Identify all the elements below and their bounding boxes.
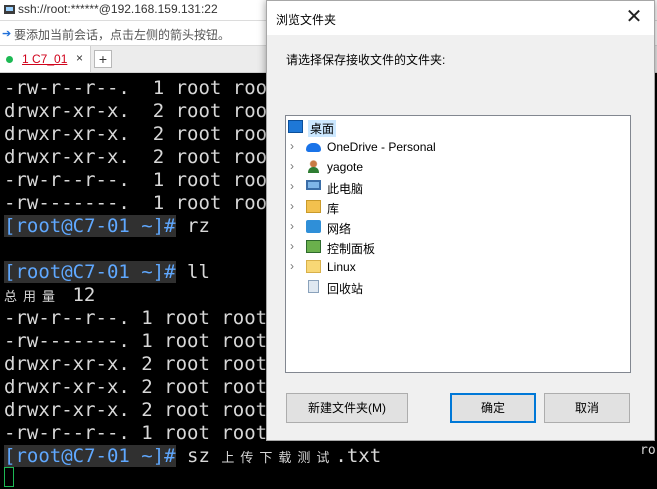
dialog-prompt: 请选择保存接收文件的文件夹: bbox=[286, 53, 446, 67]
tab-session[interactable]: 1 C7_01 × bbox=[0, 46, 91, 72]
session-hint-text: 要添加当前会话，点击左侧的箭头按钮。 bbox=[14, 28, 231, 42]
shell-prompt: [root@C7-01 ~]# bbox=[4, 261, 176, 283]
command-text: sz bbox=[175, 445, 222, 467]
output-text: drwxr-xr-x. 2 root root bbox=[4, 353, 268, 375]
shell-prompt: [root@C7-01 ~]# bbox=[4, 445, 176, 467]
output-line: drwxr-xr-x. 2 root root bbox=[4, 353, 267, 376]
chevron-right-icon[interactable]: › bbox=[290, 239, 294, 253]
chevron-right-icon[interactable]: › bbox=[290, 199, 294, 213]
output-text: -rw-r--r--. 1 root root bbox=[4, 422, 268, 444]
output-text: -rw-r--r--. 1 root root bbox=[4, 169, 279, 191]
output-line: -rw-r--r--. 1 root root bbox=[4, 307, 267, 330]
tree-item-label: Linux bbox=[327, 260, 356, 274]
tree-item[interactable]: › 控制面板 bbox=[286, 237, 626, 257]
desktop-icon bbox=[288, 120, 303, 133]
library-icon bbox=[306, 200, 321, 213]
terminal-cursor bbox=[4, 467, 14, 487]
command-text: rz bbox=[175, 215, 210, 237]
output-text: drwxr-xr-x. 2 root root bbox=[4, 376, 268, 398]
output-text: -rw-r--r--. 1 root root bbox=[4, 77, 279, 99]
chevron-right-icon[interactable]: › bbox=[290, 139, 294, 153]
output-text: drwxr-xr-x. 2 root root bbox=[4, 399, 268, 421]
new-tab-button[interactable]: + bbox=[94, 50, 112, 68]
output-text: -rw-------. 1 root root bbox=[4, 192, 279, 214]
computer-icon bbox=[306, 180, 321, 190]
output-text: -rw-r--r--. 1 root root bbox=[4, 307, 268, 329]
output-line: -rw-r--r--. 1 root root bbox=[4, 169, 279, 192]
output-text: drwxr-xr-x. 2 root root bbox=[4, 123, 279, 145]
output-line: drwxr-xr-x. 2 root root bbox=[4, 123, 279, 146]
tree-item-label: 回收站 bbox=[327, 282, 364, 296]
clipped-output-fragment: ro bbox=[640, 443, 656, 458]
prompt-line: [root@C7-01 ~]# ll bbox=[4, 261, 210, 284]
tree-item-label: 网络 bbox=[327, 222, 352, 236]
tree-item-label: 桌面 bbox=[308, 120, 337, 137]
chevron-right-icon[interactable]: › bbox=[290, 259, 294, 273]
terminal-app-icon bbox=[4, 5, 15, 14]
output-line: -rw-------. 1 root root bbox=[4, 192, 279, 215]
tab-close-icon[interactable]: × bbox=[76, 51, 83, 65]
command-text: ll bbox=[175, 261, 210, 283]
output-text: -rw-------. 1 root root bbox=[4, 330, 268, 352]
dialog-titlebar: 浏览文件夹 ✕ bbox=[267, 1, 654, 35]
output-line: -rw-r--r--. 1 root root bbox=[4, 422, 267, 445]
window-title: ssh://root:******@192.168.159.131:22 bbox=[18, 2, 218, 16]
chevron-right-icon[interactable]: › bbox=[290, 179, 294, 193]
tree-item[interactable]: 桌面 bbox=[286, 117, 626, 137]
prompt-line: [root@C7-01 ~]# rz bbox=[4, 215, 210, 238]
folder-tree[interactable]: 桌面 › OneDrive - Personal › yagote › 此电脑 › 库 › 网络 › 控… bbox=[285, 115, 631, 373]
cancel-button[interactable]: 取消 bbox=[544, 393, 630, 423]
shell-prompt: [root@C7-01 ~]# bbox=[4, 215, 176, 237]
tree-item-label: OneDrive - Personal bbox=[327, 140, 436, 154]
chevron-right-icon[interactable]: › bbox=[290, 219, 294, 233]
output-line: -rw-------. 1 root root bbox=[4, 330, 267, 353]
tree-item-label: 控制面板 bbox=[327, 242, 376, 256]
output-text: drwxr-xr-x. 2 root root bbox=[4, 146, 279, 168]
connected-status-icon bbox=[6, 56, 13, 63]
chevron-right-icon[interactable]: › bbox=[290, 159, 294, 173]
folder-icon bbox=[306, 260, 321, 273]
recycle-bin-icon bbox=[308, 280, 319, 293]
output-line: drwxr-xr-x. 2 root root bbox=[4, 100, 279, 123]
tree-item[interactable]: › yagote bbox=[286, 157, 626, 177]
tab-label: 1 C7_01 bbox=[22, 52, 68, 66]
tree-item[interactable]: › OneDrive - Personal bbox=[286, 137, 626, 157]
tree-item[interactable]: › 网络 bbox=[286, 217, 626, 237]
tree-item-label: 此电脑 bbox=[327, 182, 364, 196]
output-text: drwxr-xr-x. 2 root root bbox=[4, 100, 279, 122]
output-line: -rw-r--r--. 1 root root bbox=[4, 77, 279, 100]
tree-item-label: 库 bbox=[327, 202, 340, 216]
filename-extension: .txt bbox=[335, 445, 382, 467]
ok-button[interactable]: 确定 bbox=[450, 393, 536, 423]
network-icon bbox=[306, 220, 321, 233]
add-session-arrow-icon[interactable]: ➔ bbox=[2, 27, 11, 40]
output-line: drwxr-xr-x. 2 root root bbox=[4, 376, 267, 399]
total-label: 总用量 bbox=[4, 290, 62, 305]
output-line: drwxr-xr-x. 2 root root bbox=[4, 146, 279, 169]
output-line: 总用量 12 bbox=[4, 284, 95, 309]
output-text: 12 bbox=[61, 284, 96, 306]
control-panel-icon bbox=[306, 240, 321, 253]
tree-item[interactable]: › 库 bbox=[286, 197, 626, 217]
output-line: drwxr-xr-x. 2 root root bbox=[4, 399, 267, 422]
browse-folder-dialog: 浏览文件夹 ✕ 请选择保存接收文件的文件夹: 桌面 › OneDrive - Per… bbox=[266, 0, 655, 441]
user-icon bbox=[306, 160, 321, 173]
dialog-title: 浏览文件夹 bbox=[276, 13, 337, 27]
tree-item[interactable]: › Linux bbox=[286, 257, 626, 277]
tree-item[interactable]: › 此电脑 bbox=[286, 177, 626, 197]
close-icon[interactable]: ✕ bbox=[620, 4, 648, 32]
tree-item[interactable]: 回收站 bbox=[286, 277, 626, 297]
prompt-line: [root@C7-01 ~]# sz 上传下载测试.txt bbox=[4, 445, 381, 470]
tree-item-label: yagote bbox=[327, 160, 364, 174]
filename-cjk: 上传下载测试 bbox=[221, 451, 336, 466]
new-folder-button[interactable]: 新建文件夹(M) bbox=[286, 393, 408, 423]
cloud-icon bbox=[306, 143, 321, 152]
